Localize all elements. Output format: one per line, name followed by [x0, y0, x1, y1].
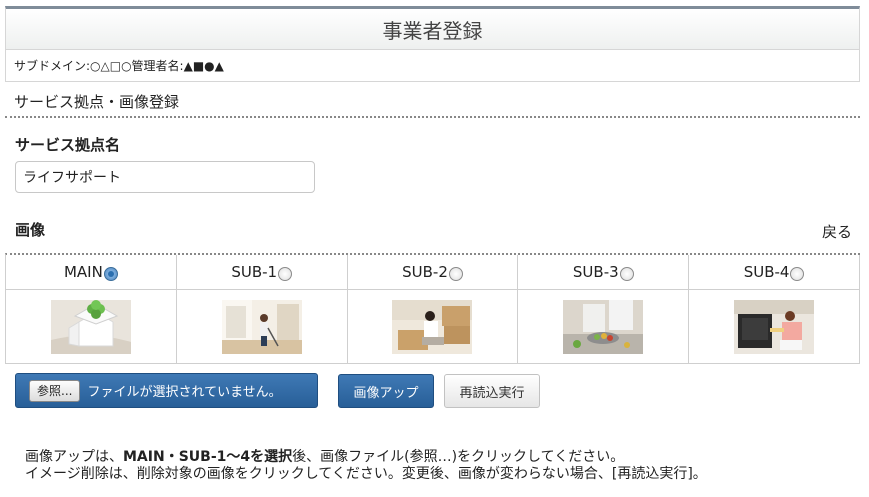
- instruction-line-2: イメージ削除は、削除対象の画像をクリックしてください。変更後、画像が変わらない場…: [25, 466, 707, 482]
- service-point-input[interactable]: [15, 161, 315, 193]
- image-cell-main: [6, 290, 177, 364]
- image-column-sub1[interactable]: SUB-1: [176, 255, 348, 290]
- image-upload-button[interactable]: 画像アップ: [338, 374, 434, 408]
- image-cell-sub2: [347, 290, 519, 364]
- browse-button[interactable]: 参照...: [29, 379, 81, 402]
- image-column-label: MAIN: [63, 263, 103, 281]
- instructions: 画像アップは、MAIN・SUB-1～4を選択後、画像ファイル(参照…)をクリック…: [25, 449, 707, 483]
- file-chooser[interactable]: 参照... ファイルが選択されていません。: [15, 373, 318, 408]
- image-cell-sub4: [689, 290, 860, 364]
- instruction-emphasis: MAIN・SUB-1～4を選択: [123, 449, 293, 465]
- image-cell-sub1: [176, 290, 348, 364]
- account-info-bar: サブドメイン:○△□○管理者名:▲■●▲: [5, 50, 860, 82]
- sub2-radio[interactable]: [448, 267, 463, 281]
- service-point-label: サービス拠点名: [15, 136, 121, 154]
- image-column-main[interactable]: MAIN: [6, 255, 177, 290]
- main-radio[interactable]: [103, 267, 118, 281]
- page-title: 事業者登録: [5, 6, 860, 50]
- instruction-line-1: 画像アップは、MAIN・SUB-1～4を選択後、画像ファイル(参照…)をクリック…: [25, 449, 707, 466]
- file-status-text: ファイルが選択されていません。: [87, 385, 282, 400]
- instruction-text: 後、画像ファイル(参照…)をクリックしてください。: [292, 449, 625, 465]
- image-cell-sub3: [518, 290, 690, 364]
- image-column-label: SUB-3: [572, 263, 619, 281]
- page-title-text: 事業者登録: [382, 18, 483, 43]
- moving-boxes-photo[interactable]: [392, 299, 473, 354]
- image-column-sub2[interactable]: SUB-2: [347, 255, 519, 290]
- image-column-label: SUB-4: [743, 263, 790, 281]
- sub3-radio[interactable]: [619, 267, 634, 281]
- image-section-label: 画像: [15, 221, 46, 239]
- sub4-radio[interactable]: [790, 267, 805, 281]
- sub1-radio[interactable]: [278, 267, 293, 281]
- image-column-sub3[interactable]: SUB-3: [518, 255, 690, 290]
- instruction-text: 画像アップは、: [25, 449, 123, 465]
- image-table: MAIN SUB-1 SUB-2 SUB-3 SUB-4: [5, 253, 860, 364]
- kitchen-cleaning-photo[interactable]: [734, 299, 815, 354]
- back-link[interactable]: 戻る: [822, 221, 852, 242]
- cooking-photo[interactable]: [563, 299, 644, 354]
- image-column-sub4[interactable]: SUB-4: [689, 255, 860, 290]
- reload-button[interactable]: 再読込実行: [444, 374, 540, 408]
- section-heading: サービス拠点・画像登録: [5, 86, 860, 118]
- image-column-label: SUB-2: [402, 263, 448, 281]
- image-column-label: SUB-1: [231, 263, 278, 281]
- cleaning-room-photo[interactable]: [221, 299, 302, 354]
- house-icon-thumbnail[interactable]: [50, 299, 131, 354]
- account-info-text: サブドメイン:○△□○管理者名:▲■●▲: [14, 59, 224, 73]
